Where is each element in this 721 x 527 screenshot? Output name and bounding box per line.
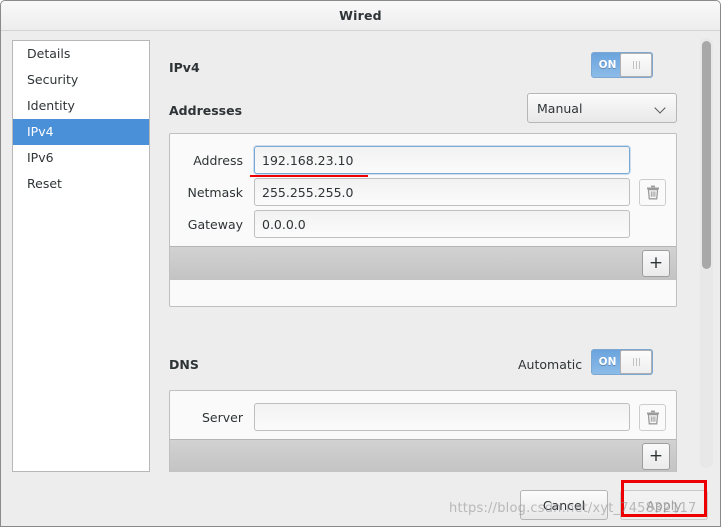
sidebar-item-security[interactable]: Security bbox=[13, 67, 149, 93]
addresses-heading: Addresses bbox=[169, 103, 243, 118]
netmask-input[interactable]: 255.255.255.0 bbox=[254, 178, 630, 206]
trash-icon bbox=[646, 185, 659, 199]
dns-toggle-label: ON bbox=[598, 356, 617, 368]
apply-button[interactable]: Apply bbox=[620, 490, 708, 520]
dns-server-label: Server bbox=[202, 409, 243, 425]
address-label: Address bbox=[193, 152, 243, 168]
chevron-down-icon bbox=[655, 102, 667, 114]
ipv4-settings-pane: IPv4 ON Addresses Manual Address 192.168… bbox=[161, 32, 691, 472]
address-method-select[interactable]: Manual bbox=[527, 93, 677, 123]
ipv4-enable-toggle[interactable]: ON bbox=[591, 52, 653, 78]
add-dns-server-button[interactable]: + bbox=[642, 443, 670, 470]
window-body: Details Security Identity IPv4 IPv6 Rese… bbox=[1, 32, 720, 526]
netmask-label: Netmask bbox=[187, 184, 243, 200]
trash-icon bbox=[646, 410, 659, 424]
window-title: Wired bbox=[339, 8, 382, 23]
dns-heading: DNS bbox=[169, 357, 199, 372]
dns-automatic-label: Automatic bbox=[518, 357, 583, 372]
dns-rows: Server bbox=[170, 391, 676, 439]
settings-sidebar: Details Security Identity IPv4 IPv6 Rese… bbox=[12, 40, 150, 472]
gateway-row: Gateway 0.0.0.0 bbox=[170, 208, 676, 240]
sidebar-item-ipv4[interactable]: IPv4 bbox=[13, 119, 149, 145]
addresses-rows: Address 192.168.23.10 Netmask 255.255.25… bbox=[170, 134, 676, 246]
cancel-button[interactable]: Cancel bbox=[520, 490, 608, 520]
content-scrollbar[interactable] bbox=[700, 38, 713, 468]
address-method-value: Manual bbox=[537, 100, 583, 116]
gateway-label: Gateway bbox=[187, 216, 243, 232]
dns-servers-group: Server + bbox=[169, 390, 677, 472]
sidebar-item-details[interactable]: Details bbox=[13, 41, 149, 67]
addresses-footer: + bbox=[170, 246, 676, 280]
ipv4-toggle-label: ON bbox=[598, 59, 617, 71]
address-delete-button[interactable] bbox=[639, 178, 666, 206]
address-input[interactable]: 192.168.23.10 bbox=[254, 146, 630, 174]
sidebar-item-reset[interactable]: Reset bbox=[13, 171, 149, 197]
address-row: Address 192.168.23.10 bbox=[170, 144, 676, 176]
window-titlebar: Wired bbox=[1, 1, 720, 31]
wired-settings-window: Wired Details Security Identity IPv4 IPv… bbox=[0, 0, 721, 527]
sidebar-item-identity[interactable]: Identity bbox=[13, 93, 149, 119]
scrollbar-thumb[interactable] bbox=[702, 41, 711, 269]
netmask-row: Netmask 255.255.255.0 bbox=[170, 176, 676, 208]
dns-automatic-toggle[interactable]: ON bbox=[591, 349, 653, 375]
dns-server-input[interactable] bbox=[254, 403, 630, 431]
dns-footer: + bbox=[170, 439, 676, 472]
gateway-input[interactable]: 0.0.0.0 bbox=[254, 210, 630, 238]
dns-server-delete-button[interactable] bbox=[639, 403, 666, 431]
sidebar-item-ipv6[interactable]: IPv6 bbox=[13, 145, 149, 171]
dialog-action-bar: Cancel Apply bbox=[1, 490, 720, 520]
dns-toggle-knob bbox=[620, 350, 652, 374]
ipv4-toggle-knob bbox=[620, 53, 652, 77]
add-address-button[interactable]: + bbox=[642, 250, 670, 277]
dns-server-row: Server bbox=[170, 401, 676, 433]
addresses-group: Address 192.168.23.10 Netmask 255.255.25… bbox=[169, 133, 677, 307]
ipv4-heading: IPv4 bbox=[169, 60, 200, 75]
